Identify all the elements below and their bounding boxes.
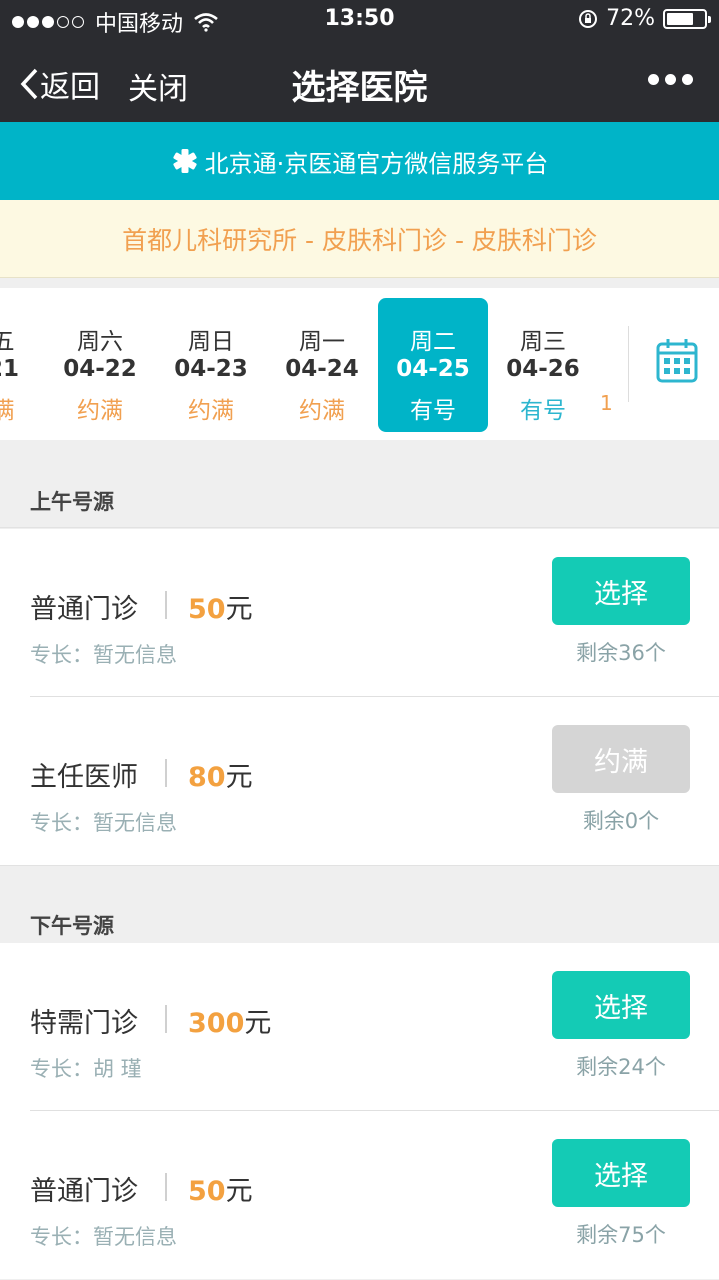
section-title: 上午号源 [30, 490, 114, 514]
battery-percent: 72% [606, 6, 655, 31]
fee-unit: 元 [244, 1008, 272, 1039]
date-weekday: 周一 [299, 329, 345, 355]
date-item[interactable]: 周六 04-22 约满 [45, 298, 155, 432]
slot-specialty: 专长：暂无信息 [30, 643, 177, 667]
date-divider [628, 326, 629, 402]
slot-fee: 50元 [188, 587, 253, 626]
slot-row: 主任医师 80元 专长：暂无信息 约满 剩余0个 [0, 697, 719, 865]
date-value: 04-25 [396, 356, 470, 382]
slot-name: 主任医师 [30, 762, 138, 793]
fee-unit: 元 [225, 594, 253, 625]
fee-unit: 元 [225, 1176, 253, 1207]
select-button[interactable]: 选择 [552, 557, 690, 625]
slot-name: 普通门诊 [30, 594, 138, 625]
slot-row: 特需门诊 300元 专长：胡 瑾 选择 剩余24个 [0, 943, 719, 1111]
date-value: 04-23 [174, 356, 248, 382]
date-item-selected[interactable]: 周二 04-25 有号 [378, 298, 488, 432]
calendar-icon[interactable] [656, 338, 698, 384]
nav-bar: 返回 关闭 选择医院 [0, 44, 719, 118]
date-value: 04-22 [63, 356, 137, 382]
date-weekday: 周日 [188, 329, 234, 355]
date-extra-indicator: 1 [600, 391, 613, 415]
rotation-lock-icon [579, 9, 598, 28]
select-button[interactable]: 选择 [552, 1139, 690, 1207]
slot-divider [165, 591, 167, 619]
date-status: 有号 [410, 398, 456, 424]
battery-fill [667, 12, 693, 25]
slot-specialty: 专长：暂无信息 [30, 1225, 177, 1249]
more-icon-dot [682, 74, 693, 85]
date-status: 约满 [299, 398, 345, 424]
remaining-count: 剩余24个 [576, 1055, 666, 1079]
slot-row: 普通门诊 50元 专长：暂无信息 选择 剩余36个 [0, 529, 719, 697]
date-weekday: 周三 [520, 329, 566, 355]
slot-name: 普通门诊 [30, 1176, 138, 1207]
platform-banner-text: 北京通·京医通官方微信服务平台 [204, 149, 549, 178]
remaining-count: 剩余0个 [582, 809, 660, 833]
afternoon-section-header: 下午号源 [0, 865, 719, 951]
morning-section-header: 上午号源 [0, 442, 719, 528]
department-notice: 首都儿科研究所 - 皮肤科门诊 - 皮肤科门诊 [0, 200, 719, 278]
fee-amount: 80 [188, 762, 226, 793]
more-button[interactable] [642, 74, 693, 85]
section-title: 下午号源 [30, 914, 114, 938]
top-bar: 中国移动 13:50 72% 返回 关闭 选择医院 [0, 0, 719, 122]
slot-divider [165, 759, 167, 787]
date-value: 04-24 [285, 356, 359, 382]
fee-amount: 300 [188, 1008, 245, 1039]
date-status: 约满 [77, 398, 123, 424]
platform-banner[interactable]: 北京通·京医通官方微信服务平台 [0, 122, 719, 200]
medical-cross-icon [171, 147, 199, 175]
slot-divider [165, 1173, 167, 1201]
fee-amount: 50 [188, 594, 226, 625]
date-value: 04-26 [506, 356, 580, 382]
slot-fee: 50元 [188, 1169, 253, 1208]
slot-divider [165, 1005, 167, 1033]
chevron-left-icon [20, 68, 38, 100]
slot-fee: 300元 [188, 1001, 271, 1040]
date-status: 约满 [188, 398, 234, 424]
back-label: 返回 [40, 70, 100, 105]
slot-specialty: 专长：暂无信息 [30, 811, 177, 835]
back-button[interactable]: 返回 [18, 62, 100, 106]
battery-icon [663, 8, 711, 29]
status-right: 72% [578, 6, 711, 31]
date-status: 有号 [520, 398, 566, 424]
date-item[interactable]: 周三 04-26 有号 [488, 298, 598, 432]
more-icon-dot [648, 74, 659, 85]
status-bar: 中国移动 13:50 72% [0, 0, 719, 40]
slot-specialty: 专长：胡 瑾 [30, 1057, 142, 1081]
date-item[interactable]: 周日 04-23 约满 [156, 298, 266, 432]
remaining-count: 剩余75个 [576, 1223, 666, 1247]
slot-row: 普通门诊 50元 专长：暂无信息 选择 剩余75个 [0, 1111, 719, 1279]
select-button[interactable]: 选择 [552, 971, 690, 1039]
date-selector[interactable]: 五 21 满 周六 04-22 约满 周日 04-23 约满 周一 04-24 … [0, 288, 719, 440]
date-weekday: 周六 [77, 329, 123, 355]
date-item[interactable]: 周一 04-24 约满 [267, 298, 377, 432]
close-button[interactable]: 关闭 [128, 64, 188, 108]
full-button: 约满 [552, 725, 690, 793]
remaining-count: 剩余36个 [576, 641, 666, 665]
page-title: 选择医院 [291, 68, 428, 108]
more-icon-dot [665, 74, 676, 85]
fee-amount: 50 [188, 1176, 226, 1207]
slot-fee: 80元 [188, 755, 253, 794]
date-weekday: 周二 [410, 329, 456, 355]
slot-name: 特需门诊 [30, 1008, 138, 1039]
fee-unit: 元 [225, 762, 253, 793]
